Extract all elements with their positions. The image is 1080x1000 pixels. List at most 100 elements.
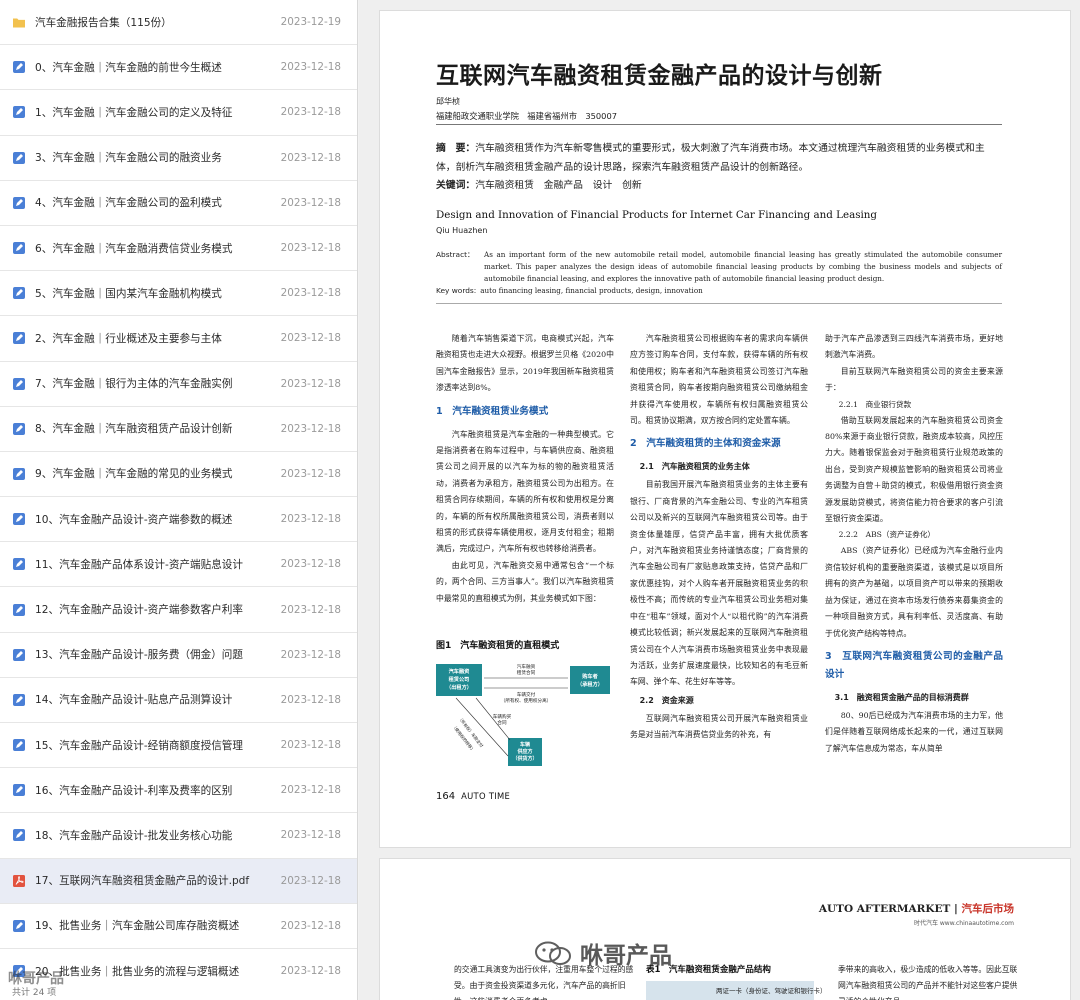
english-title: Design and Innovation of Financial Produ… [436,209,878,221]
wechat-watermark: 咻哥产品 [534,936,672,970]
document-icon [12,422,26,436]
file-date: 2023-12-18 [280,874,341,887]
file-row[interactable]: 10、汽车金融产品设计-资产端参数的概述 2023-12-18 [0,497,357,543]
file-name: 4、汽车金融｜汽车金融公司的盈利模式 [35,197,222,210]
file-row[interactable]: 6、汽车金融｜汽车金融消费信贷业务模式 2023-12-18 [0,226,357,272]
file-name: 2、汽车金融｜行业概述及主要参与主体 [35,332,222,345]
keywords-label: 关键词： [436,180,476,191]
file-date: 2023-12-18 [280,965,341,978]
file-row[interactable]: 12、汽车金融产品设计-资产端参数客户利率 2023-12-18 [0,587,357,633]
chinese-keywords: 关键词：汽车融资租赁 金融产品 设计 创新 [436,177,642,191]
body-column-2: 汽车融资租赁公司根据购车者的需求向车辆供应方签订购车合同，支付车款，获得车辆的所… [630,331,808,744]
english-keywords-label: Key words: [436,286,477,295]
journal-url: 时代汽车 www.chinaautotime.com [913,920,1014,927]
file-date: 2023-12-18 [280,422,341,435]
page-journal-label: AUTO TIME [461,791,511,801]
file-row[interactable]: 9、汽车金融｜汽车金融的常见的业务模式 2023-12-18 [0,452,357,498]
file-name: 20、批售业务｜批售业务的流程与逻辑概述 [35,965,240,978]
file-row[interactable]: 16、汽车金融产品设计-利率及费率的区别 2023-12-18 [0,768,357,814]
file-name: 16、汽车金融产品设计-利率及费率的区别 [35,784,233,797]
file-date: 2023-12-18 [280,332,341,345]
contract-label-1: 汽车融资 [517,663,536,670]
supplier-label-1: 车辆 [520,741,530,748]
pdf-page-165: AUTO AFTERMARKET | 汽车后市场 时代汽车 www.chinaa… [379,858,1071,1000]
supplier-label-2: 供应方 [516,748,532,755]
document-icon [12,241,26,255]
file-name: 5、汽车金融｜国内某汽车金融机构模式 [35,287,222,300]
figure-caption: 图1 汽车融资租赁的直租模式 [436,641,560,651]
abstract-label: 摘 要： [436,143,476,154]
subsection-heading: 2.1 汽车融资租赁的业务主体 [639,462,750,472]
section-heading: 2 汽车融资租赁的主体和资金来源 [630,438,781,450]
document-icon [12,105,26,119]
document-icon [12,331,26,345]
journal-brand: AUTO AFTERMARKET | 汽车后市场 [819,901,1014,916]
page-footer: 164 AUTO TIME [436,791,510,802]
file-row[interactable]: 0、汽车金融｜汽车金融的前世今生概述 2023-12-18 [0,45,357,91]
watermark-text: 咻哥产品 [580,943,672,969]
file-row[interactable]: 11、汽车金融产品体系设计-资产端贴息设计 2023-12-18 [0,542,357,588]
brand-chinese: 汽车后市场 [961,903,1015,915]
document-icon [12,603,26,617]
body-column-3: 助于汽车产品渗透到三四线汽车消费市场，更好地刺激汽车消费。 目前互联网汽车融资租… [825,331,1003,757]
document-icon [12,196,26,210]
paragraph: 借助互联网发展起来的汽车融资租赁公司资金80%来源于商业银行贷款，融资成本较高，… [825,415,1003,524]
subsubsection-heading: 2.2.1 商业银行贷款 [838,399,912,409]
file-row[interactable]: 3、汽车金融｜汽车金融公司的融资业务 2023-12-18 [0,136,357,181]
delivery-label-2: （所有权、使用权分离） [501,697,552,704]
paragraph: 目前我国开展汽车融资租赁业务的主体主要有银行、厂商背景的汽车金融公司、专业的汽车… [630,480,808,687]
folder-row[interactable]: 汽车金融报告合集（115份） 2023-12-19 [0,0,357,46]
file-row[interactable]: 18、汽车金融产品设计-批发业务核心功能 2023-12-18 [0,813,357,859]
file-row[interactable]: 4、汽车金融｜汽车金融公司的盈利模式 2023-12-18 [0,181,357,226]
paragraph: 汽车融资租赁公司根据购车者的需求向车辆供应方签订购车合同，支付车款，获得车辆的所… [630,334,808,426]
paragraph: 80、90后已经成为汽车消费市场的主力军，他们是伴随着互联网络成长起来的一代，通… [825,710,1003,753]
file-name: 13、汽车金融产品设计-服务费（佣金）问题 [35,649,243,662]
file-row[interactable]: 19、批售业务｜汽车金融公司库存融资概述 2023-12-18 [0,904,357,949]
file-row[interactable]: 7、汽车金融｜银行为主体的汽车金融实例 2023-12-18 [0,362,357,407]
document-viewer[interactable]: 互联网汽车融资租赁金融产品的设计与创新 邱华桢 福建船政交通职业学院 福建省福州… [359,0,1080,1000]
file-row[interactable]: 14、汽车金融产品设计-贴息产品测算设计 2023-12-18 [0,678,357,723]
file-row[interactable]: 15、汽车金融产品设计-经销商额度授信管理 2023-12-18 [0,723,357,769]
document-icon [12,783,26,797]
file-date: 2023-12-18 [280,603,341,616]
document-icon [12,60,26,74]
file-row[interactable]: 13、汽车金融产品设计-服务费（佣金）问题 2023-12-18 [0,633,357,678]
document-icon [12,738,26,752]
file-row[interactable]: 8、汽车金融｜汽车融资租赁产品设计创新 2023-12-18 [0,407,357,452]
section-heading: 3 互联网汽车融资租赁公司的金融产品设计 [825,650,1003,680]
keywords-text: 汽车融资租赁 金融产品 设计 创新 [475,180,642,191]
document-icon [12,151,26,165]
subsection-heading: 2.2 资金来源 [639,695,694,705]
paragraph: 随着汽车销售渠道下沉，电商模式兴起，汽车融资租赁也走进大众视野。根据罗兰贝格《2… [436,334,614,393]
file-row[interactable]: 2、汽车金融｜行业概述及主要参与主体 2023-12-18 [0,316,357,362]
file-name: 汽车金融报告合集（115份） [35,16,172,29]
document-icon [12,919,26,933]
subsection-heading: 3.1 融资租赁金融产品的目标消费群 [834,692,969,702]
document-icon [12,693,26,707]
paragraph: 目前互联网汽车融资租赁公司的资金主要来源于： [825,366,1003,393]
file-date: 2023-12-18 [280,919,341,932]
lessee-label-1: 购车者 [582,672,598,680]
item-count-footer: 共计 24 项 [0,986,357,1000]
body-column-1: 随着汽车销售渠道下沉，电商模式兴起，汽车融资租赁也走进大众视野。根据罗兰贝格《2… [436,331,614,607]
file-name: 1、汽车金融｜汽车金融公司的定义及特征 [35,106,233,119]
page2-column-3: 季带来的高收入，极少造成的低收入等等。因此互联网汽车融资租赁公司的产品并不能针对… [838,965,1018,1000]
file-date: 2023-12-18 [280,648,341,661]
document-icon [12,648,26,662]
document-icon [12,828,26,842]
file-date: 2023-12-18 [280,61,341,74]
purchase-label-1: 车辆购买 [493,713,512,720]
brand-separator: | [950,903,962,915]
file-row[interactable]: 5、汽车金融｜国内某汽车金融机构模式 2023-12-18 [0,271,357,317]
document-icon [12,512,26,526]
file-date: 2023-12-18 [280,287,341,300]
paragraph: 助于汽车产品渗透到三四线汽车消费市场，更好地刺激汽车消费。 [825,334,1003,360]
title-divider [436,124,1002,125]
abstract-text: 汽车融资租赁作为汽车新零售模式的重要形式，极大刺激了汽车消费市场。本文通过梳理汽… [436,143,985,173]
document-icon [12,467,26,481]
author-affiliation: 福建船政交通职业学院 福建省福州市 350007 [436,111,618,121]
file-date: 2023-12-18 [280,151,341,164]
file-row[interactable]: 17、互联网汽车融资租赁金融产品的设计.pdf 2023-12-18 [0,858,357,904]
file-row[interactable]: 1、汽车金融｜汽车金融公司的定义及特征 2023-12-18 [0,90,357,136]
file-name: 3、汽车金融｜汽车金融公司的融资业务 [35,152,222,165]
